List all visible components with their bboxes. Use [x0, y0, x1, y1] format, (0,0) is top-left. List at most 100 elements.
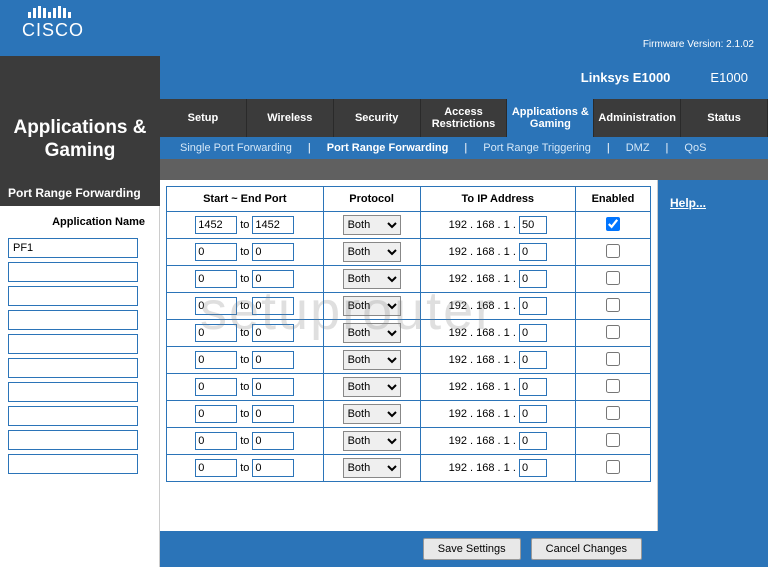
footer-right [658, 531, 768, 567]
application-name-input[interactable] [8, 238, 138, 258]
end-port-input[interactable] [252, 351, 294, 369]
protocol-select[interactable]: Both [343, 296, 401, 316]
start-port-input[interactable] [195, 405, 237, 423]
enabled-checkbox[interactable] [606, 298, 620, 312]
application-name-input[interactable] [8, 286, 138, 306]
to-label: to [237, 327, 252, 339]
application-name-input[interactable] [8, 334, 138, 354]
nav-administration[interactable]: Administration [594, 99, 681, 137]
protocol-select[interactable]: Both [343, 377, 401, 397]
save-settings-button[interactable]: Save Settings [423, 538, 521, 560]
nav-applications-gaming[interactable]: Applications & Gaming [507, 99, 594, 137]
start-port-input[interactable] [195, 324, 237, 342]
nav-access-restrictions[interactable]: Access Restrictions [421, 99, 508, 137]
end-port-input[interactable] [252, 405, 294, 423]
protocol-select[interactable]: Both [343, 458, 401, 478]
start-port-input[interactable] [195, 351, 237, 369]
model-side: E1000 [710, 70, 748, 85]
enabled-checkbox[interactable] [606, 352, 620, 366]
protocol-select[interactable]: Both [343, 215, 401, 235]
cisco-bars-icon [28, 6, 84, 18]
end-port-input[interactable] [252, 432, 294, 450]
table-row: toBoth192 . 168 . 1 . [167, 374, 651, 401]
start-port-input[interactable] [195, 243, 237, 261]
subnav-port-range-forwarding[interactable]: Port Range Forwarding [323, 142, 453, 154]
grey-spacer [160, 159, 768, 180]
col-protocol: Protocol [323, 187, 420, 212]
end-port-input[interactable] [252, 459, 294, 477]
enabled-checkbox[interactable] [606, 460, 620, 474]
application-name-input[interactable] [8, 310, 138, 330]
port-forwarding-table: Start ~ End Port Protocol To IP Address … [166, 186, 651, 482]
subnav-qos[interactable]: QoS [680, 142, 710, 154]
help-column: Help... [658, 180, 768, 531]
ip-last-octet-input[interactable] [519, 351, 547, 369]
ip-last-octet-input[interactable] [519, 378, 547, 396]
enabled-checkbox[interactable] [606, 379, 620, 393]
subnav-dmz[interactable]: DMZ [622, 142, 654, 154]
table-row: toBoth192 . 168 . 1 . [167, 239, 651, 266]
application-name-input[interactable] [8, 406, 138, 426]
start-port-input[interactable] [195, 378, 237, 396]
enabled-checkbox[interactable] [606, 271, 620, 285]
protocol-select[interactable]: Both [343, 323, 401, 343]
enabled-checkbox[interactable] [606, 217, 620, 231]
application-name-input[interactable] [8, 430, 138, 450]
footer: Save Settings Cancel Changes [0, 531, 768, 567]
enabled-checkbox[interactable] [606, 325, 620, 339]
ip-last-octet-input[interactable] [519, 459, 547, 477]
ip-last-octet-input[interactable] [519, 270, 547, 288]
nav-security[interactable]: Security [334, 99, 421, 137]
subnav-single-port-forwarding[interactable]: Single Port Forwarding [176, 142, 296, 154]
start-port-input[interactable] [195, 270, 237, 288]
nav-wireless[interactable]: Wireless [247, 99, 334, 137]
start-port-input[interactable] [195, 216, 237, 234]
start-port-input[interactable] [195, 459, 237, 477]
application-name-input[interactable] [8, 382, 138, 402]
section-title: Port Range Forwarding [0, 180, 160, 206]
end-port-input[interactable] [252, 297, 294, 315]
enabled-checkbox[interactable] [606, 406, 620, 420]
cancel-changes-button[interactable]: Cancel Changes [531, 538, 642, 560]
firmware-version: Firmware Version: 2.1.02 [643, 39, 754, 50]
protocol-select[interactable]: Both [343, 431, 401, 451]
nav-setup[interactable]: Setup [160, 99, 247, 137]
model-main: Linksys E1000 [581, 70, 671, 85]
protocol-select[interactable]: Both [343, 242, 401, 262]
table-row: toBoth192 . 168 . 1 . [167, 320, 651, 347]
end-port-input[interactable] [252, 378, 294, 396]
end-port-input[interactable] [252, 270, 294, 288]
ip-last-octet-input[interactable] [519, 216, 547, 234]
col-ip: To IP Address [420, 187, 575, 212]
protocol-select[interactable]: Both [343, 404, 401, 424]
start-port-input[interactable] [195, 297, 237, 315]
enabled-checkbox[interactable] [606, 244, 620, 258]
subnav-port-range-triggering[interactable]: Port Range Triggering [479, 142, 595, 154]
table-row: toBoth192 . 168 . 1 . [167, 212, 651, 239]
ip-last-octet-input[interactable] [519, 243, 547, 261]
end-port-input[interactable] [252, 243, 294, 261]
protocol-select[interactable]: Both [343, 269, 401, 289]
ip-prefix: 192 . 168 . 1 . [449, 408, 516, 420]
top-banner: CISCO Firmware Version: 2.1.02 [0, 0, 768, 56]
protocol-select[interactable]: Both [343, 350, 401, 370]
application-name-input[interactable] [8, 358, 138, 378]
to-label: to [237, 435, 252, 447]
help-link[interactable]: Help... [670, 196, 756, 210]
main-nav: Setup Wireless Security Access Restricti… [160, 99, 768, 137]
end-port-input[interactable] [252, 324, 294, 342]
application-name-input[interactable] [8, 262, 138, 282]
to-label: to [237, 381, 252, 393]
table-row: toBoth192 . 168 . 1 . [167, 266, 651, 293]
ip-last-octet-input[interactable] [519, 297, 547, 315]
ip-last-octet-input[interactable] [519, 405, 547, 423]
start-port-input[interactable] [195, 432, 237, 450]
enabled-checkbox[interactable] [606, 433, 620, 447]
application-name-input[interactable] [8, 454, 138, 474]
ip-prefix: 192 . 168 . 1 . [449, 219, 516, 231]
ip-last-octet-input[interactable] [519, 432, 547, 450]
ip-prefix: 192 . 168 . 1 . [449, 273, 516, 285]
nav-status[interactable]: Status [681, 99, 768, 137]
ip-last-octet-input[interactable] [519, 324, 547, 342]
end-port-input[interactable] [252, 216, 294, 234]
